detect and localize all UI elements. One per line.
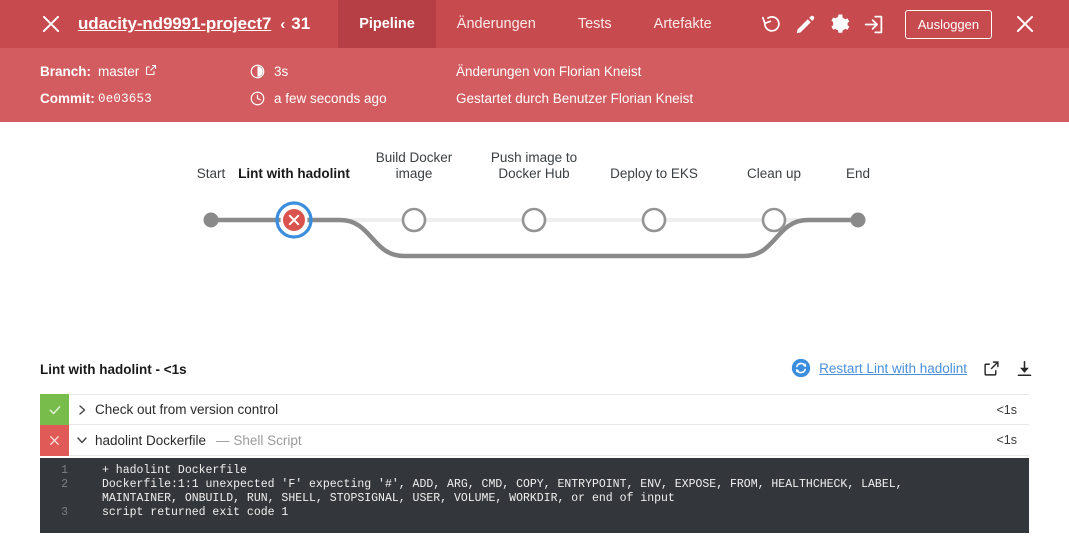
pipeline-graph: Start Lint with hadolint Build Docker im… — [0, 122, 1069, 352]
duration-pie-icon — [250, 64, 265, 79]
restart-circle-icon[interactable] — [791, 358, 811, 378]
step-rows: Check out from version control <1s hadol… — [40, 394, 1029, 456]
clock-icon — [250, 91, 265, 106]
top-header-bar: udacity-nd9991-project7 ‹ 31 Pipeline Än… — [0, 0, 1069, 48]
branch-row: Branch: master — [40, 58, 157, 85]
header-tabs: Pipeline Änderungen Tests Artefakte — [338, 0, 733, 48]
x-icon — [40, 424, 69, 456]
node-build-docker-image — [401, 207, 427, 233]
log-line-text: + hadolint Dockerfile — [102, 464, 247, 477]
started-by-text: Gestartet durch Benutzer Florian Kneist — [456, 91, 694, 106]
time-ago-row: a few seconds ago — [250, 85, 387, 112]
blueocean-pipeline-run-page: udacity-nd9991-project7 ‹ 31 Pipeline Än… — [0, 0, 1069, 551]
branch-value: master — [98, 64, 140, 79]
close-icon[interactable] — [40, 13, 62, 35]
open-external-icon[interactable] — [983, 360, 1000, 377]
window-close-icon[interactable] — [1014, 13, 1036, 35]
node-deploy-to-eks — [641, 207, 667, 233]
time-ago-value: a few seconds ago — [274, 91, 387, 106]
step-duration: <1s — [996, 433, 1017, 447]
log-line: 2 Dockerfile:1:1 unexpected 'F' expectin… — [40, 478, 1029, 492]
gear-icon[interactable] — [823, 7, 857, 41]
logout-button[interactable]: Ausloggen — [904, 9, 993, 39]
log-line-text: Dockerfile:1:1 unexpected 'F' expecting … — [102, 478, 903, 491]
duration-row: 3s — [250, 58, 387, 85]
commit-row: Commit: 0e03653 — [40, 85, 157, 112]
meta-branch-commit-group: Branch: master Commit: 0e03653 — [40, 58, 157, 112]
node-lint-with-hadolint — [275, 201, 313, 239]
check-icon — [40, 394, 69, 425]
chevron-right-icon[interactable] — [69, 404, 95, 416]
meta-author-group: Änderungen von Florian Kneist Gestartet … — [456, 58, 693, 112]
run-number: 31 — [291, 14, 311, 33]
log-line: 1 + hadolint Dockerfile — [40, 464, 1029, 478]
log-line: 3 script returned exit code 1 — [40, 506, 1029, 520]
step-label: hadolint Dockerfile — [95, 432, 207, 448]
node-start — [203, 212, 219, 228]
duration-value: 3s — [274, 64, 289, 79]
stage-actions: Restart Lint with hadolint — [791, 358, 1033, 378]
table-row[interactable]: hadolint Dockerfile — Shell Script <1s — [40, 424, 1029, 456]
replay-icon[interactable] — [755, 7, 789, 41]
chevron-down-icon[interactable] — [69, 434, 95, 446]
header-left-group: udacity-nd9991-project7 ‹ 31 — [0, 0, 310, 48]
node-clean-up — [761, 207, 787, 233]
changes-by-row: Änderungen von Florian Kneist — [456, 58, 693, 85]
logout-arrow-icon[interactable] — [857, 7, 891, 41]
branch-label: Branch: — [40, 64, 92, 79]
log-line-number — [40, 492, 102, 506]
run-meta-bar: Branch: master Commit: 0e03653 3s a few … — [0, 48, 1069, 122]
external-link-icon[interactable] — [145, 64, 157, 79]
changes-by-text: Änderungen von Florian Kneist — [456, 64, 642, 79]
step-label: Check out from version control — [95, 402, 279, 417]
step-duration: <1s — [996, 402, 1017, 417]
step-type-label: — Shell Script — [216, 432, 302, 448]
node-push-image-to-docker-hub — [521, 207, 547, 233]
edit-pencil-icon[interactable] — [789, 7, 823, 41]
tab-tests[interactable]: Tests — [557, 0, 633, 48]
repository-link[interactable]: udacity-nd9991-project7 — [78, 14, 271, 34]
pipeline-graph-svg — [203, 201, 866, 259]
log-line-number: 1 — [61, 464, 68, 477]
console-log-panel[interactable]: 1 + hadolint Dockerfile 2 Dockerfile:1:1… — [40, 458, 1029, 533]
commit-label: Commit: — [40, 91, 95, 106]
stage-header: Lint with hadolint - <1s Restart Lint wi… — [0, 358, 1069, 394]
node-end — [850, 212, 866, 228]
log-line-number: 3 — [61, 506, 68, 519]
commit-value: 0e03653 — [98, 91, 152, 106]
tab-changes[interactable]: Änderungen — [436, 0, 557, 48]
log-line-text: script returned exit code 1 — [102, 506, 289, 519]
tab-artifacts[interactable]: Artefakte — [633, 0, 733, 48]
meta-timing-group: 3s a few seconds ago — [250, 58, 387, 112]
header-icon-group: Ausloggen — [755, 7, 1036, 41]
download-icon[interactable] — [1016, 360, 1033, 377]
stage-title: Lint with hadolint - <1s — [40, 362, 187, 377]
log-line-text: MAINTAINER, ONBUILD, RUN, SHELL, STOPSIG… — [102, 492, 675, 505]
table-row[interactable]: Check out from version control <1s — [40, 394, 1029, 425]
started-by-row: Gestartet durch Benutzer Florian Kneist — [456, 85, 693, 112]
tab-pipeline[interactable]: Pipeline — [338, 0, 436, 48]
run-separator-chevron-icon: ‹ — [280, 15, 286, 33]
log-line: MAINTAINER, ONBUILD, RUN, SHELL, STOPSIG… — [40, 492, 1029, 506]
restart-stage-link[interactable]: Restart Lint with hadolint — [819, 361, 967, 376]
log-line-number: 2 — [61, 478, 68, 491]
